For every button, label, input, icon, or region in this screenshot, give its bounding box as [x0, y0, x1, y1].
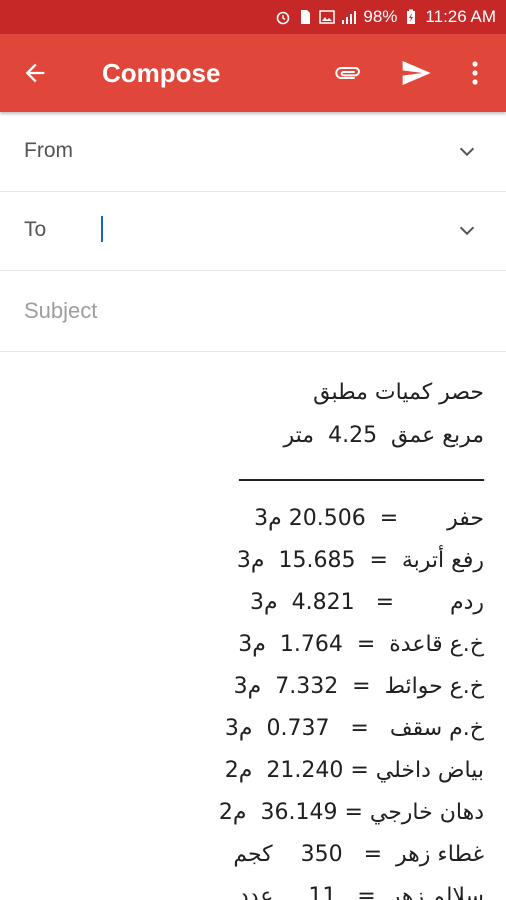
status-bar: 98% 11:26 AM [0, 0, 506, 34]
body-line: حفر = 20.506 م3 [254, 506, 484, 531]
signal-icon [342, 11, 357, 24]
body-line: خ.ع حوائط = 7.332 م3 [233, 674, 484, 699]
image-notification-icon [319, 10, 336, 24]
sim-icon [301, 10, 311, 24]
body-line: سلالم زهر = 11 عدد [238, 884, 484, 900]
body-line: ردم = 4.821 م3 [250, 590, 484, 615]
alarm-icon [277, 11, 290, 25]
arrow-back-icon [25, 63, 45, 83]
chevron-down-icon[interactable] [456, 220, 478, 242]
more-options-button[interactable] [462, 56, 488, 90]
to-field[interactable]: To [0, 192, 506, 271]
body-line: غطاء زهر = 350 كجم [233, 842, 484, 867]
back-button[interactable] [18, 56, 52, 90]
send-icon [402, 61, 431, 85]
text-cursor [101, 216, 103, 242]
more-vert-icon [472, 61, 478, 85]
send-button[interactable] [398, 56, 434, 90]
from-field[interactable]: From [0, 113, 506, 192]
to-label: To [24, 218, 47, 241]
message-body[interactable]: حصر كميات مطبق مربع عمق 4.25 متر ـــــــ… [0, 372, 506, 900]
body-line: مربع عمق 4.25 متر [283, 423, 484, 448]
body-line: بياض داخلي = 21.240 م2 [224, 758, 484, 783]
compose-toolbar: Compose [0, 34, 506, 112]
battery-percentage: 98% [363, 7, 398, 26]
paperclip-icon [335, 67, 360, 79]
clock: 11:26 AM [425, 7, 496, 26]
body-line: ــــــــــــــــــــــــــــــــــــــ [239, 462, 484, 487]
attach-button[interactable] [330, 56, 366, 90]
body-line: خ.ع قاعدة = 1.764 م3 [238, 632, 484, 657]
body-line: رفع أتربة = 15.685 م3 [236, 548, 484, 573]
page-title: Compose [102, 58, 221, 88]
from-label: From [24, 139, 73, 162]
body-line: حصر كميات مطبق [313, 380, 484, 405]
subject-field[interactable]: Subject [0, 272, 506, 352]
body-line: دهان خارجي = 36.149 م2 [218, 800, 484, 825]
subject-input[interactable]: Subject [24, 298, 97, 324]
battery-charging-icon [407, 9, 416, 24]
chevron-down-icon[interactable] [456, 141, 478, 163]
body-line: خ.م سقف = 0.737 م3 [224, 716, 484, 741]
